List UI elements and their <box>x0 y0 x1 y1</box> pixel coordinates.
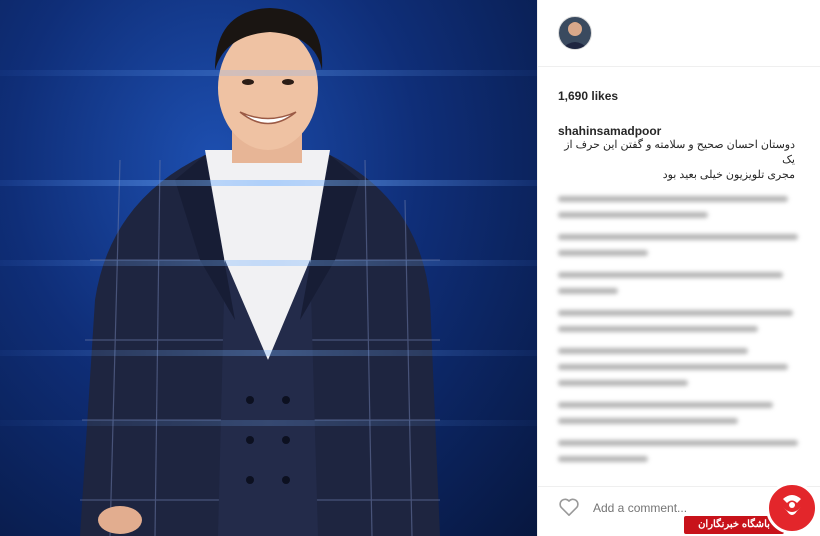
likes-count[interactable]: 1,690 likes <box>558 89 618 103</box>
watermark-logo <box>766 482 818 534</box>
man-in-suit-illustration <box>80 8 440 536</box>
news-club-logo-icon <box>783 495 801 515</box>
post-photo[interactable] <box>0 0 537 536</box>
header-divider <box>538 66 820 67</box>
add-comment-input[interactable] <box>591 500 715 516</box>
caption-line: مجری تلویزیون خیلی بعید بود <box>662 169 795 181</box>
caption-text: دوستان احسان صحیح و سلامته و گفتن این حر… <box>555 138 795 183</box>
caption-line: دوستان احسان صحیح و سلامته و گفتن این حر… <box>564 139 795 166</box>
heart-icon[interactable] <box>558 497 580 517</box>
profile-photo-icon <box>562 22 588 49</box>
caption-username[interactable]: shahinsamadpoor <box>558 124 661 138</box>
post-side-panel: 1,690 likes shahinsamadpoor دوستان احسان… <box>537 0 820 536</box>
comments-list-blurred <box>558 196 803 472</box>
avatar[interactable] <box>558 16 592 50</box>
